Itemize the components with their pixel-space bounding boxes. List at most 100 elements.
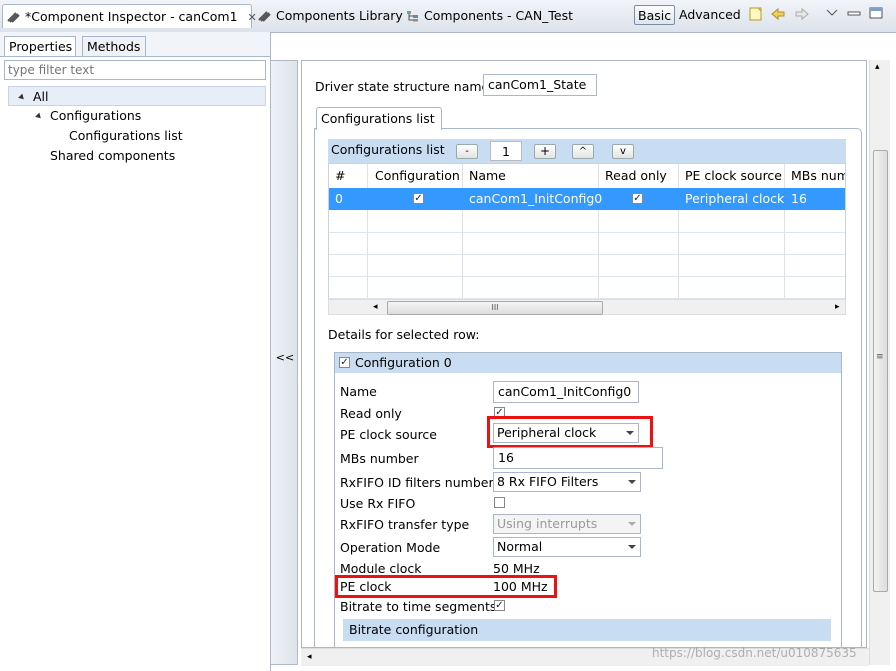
cell-index: 0 (335, 191, 343, 206)
new-note-icon[interactable] (748, 6, 764, 22)
scroll-thumb[interactable]: III (387, 301, 603, 315)
tab-component-inspector-label: *Component Inspector - canCom1 (25, 9, 238, 24)
row-divider (329, 254, 845, 255)
left-panel: Properties Methods All Configurations Co… (0, 32, 271, 671)
column-header-index[interactable]: # (335, 166, 345, 186)
details-label: Details for selected row: (328, 327, 480, 342)
tree-icon (407, 11, 418, 22)
row-divider (329, 276, 845, 277)
close-icon[interactable]: ✕ (248, 11, 257, 24)
vertical-scrollbar[interactable]: ▴ ≡ (869, 60, 890, 665)
view-menu-icon[interactable] (826, 8, 838, 18)
operation-mode-value: Normal (497, 539, 543, 554)
back-arrow-icon[interactable] (770, 6, 786, 22)
tab-methods[interactable]: Methods (82, 36, 146, 56)
table-row[interactable]: 0 ✓ canCom1_InitConfig0 ✓ Peripheral clo… (329, 188, 845, 210)
column-header-name[interactable]: Name (469, 166, 506, 186)
mbs-number-input[interactable]: 16 (493, 447, 663, 469)
tree-label: All (33, 89, 49, 104)
name-input[interactable]: canCom1_InitConfig0 (493, 381, 639, 403)
tab-component-inspector[interactable]: *Component Inspector - canCom1 ✕ (2, 4, 257, 28)
scroll-thumb[interactable] (873, 150, 888, 592)
chevron-down-icon (628, 480, 636, 484)
bitrate-segments-label: Bitrate to time segments (340, 599, 497, 614)
basic-mode-button[interactable]: Basic (634, 5, 676, 25)
pe-clock-label: PE clock (340, 579, 392, 594)
scroll-right-icon[interactable]: ▸ (835, 300, 840, 314)
cell-name: canCom1_InitConfig0 (469, 191, 603, 206)
panel-splitter[interactable]: << (270, 60, 298, 665)
mbs-number-label: MBs number (340, 451, 419, 466)
tree-item-all[interactable]: All (8, 86, 266, 106)
bitrate-configuration-title: Bitrate configuration (349, 622, 479, 637)
scroll-left-icon[interactable]: ◂ (307, 650, 312, 664)
pe-clock-source-select[interactable]: Peripheral clock (493, 423, 639, 443)
scroll-up-icon[interactable]: ▴ (875, 62, 880, 72)
filter-input[interactable] (4, 60, 266, 80)
tree-item-configurations[interactable]: Configurations (35, 106, 142, 126)
table-horizontal-scrollbar[interactable]: ◂ III ▸ (328, 299, 846, 315)
use-rx-fifo-checkbox[interactable] (494, 497, 505, 508)
tab-components-project-label: Components - CAN_Test (424, 8, 574, 23)
column-header-mbs-number[interactable]: MBs num (791, 166, 845, 186)
maximize-icon[interactable] (868, 6, 884, 20)
watermark: https://blog.csdn.net/u010875635 (652, 646, 857, 660)
add-row-button[interactable]: + (534, 144, 556, 159)
column-header-read-only[interactable]: Read only (605, 166, 667, 186)
row-count-field[interactable]: 1 (490, 141, 522, 161)
move-down-button[interactable]: v (612, 144, 634, 159)
cell-read-only-checkbox[interactable]: ✓ (632, 193, 643, 204)
properties-editor: Driver state structure name canCom1_Stat… (301, 60, 867, 648)
tree-item-shared-components[interactable]: Shared components (50, 146, 175, 166)
tree-item-configurations-list[interactable]: Configurations list (69, 126, 183, 146)
column-header-configuration[interactable]: Configuration (375, 166, 460, 186)
left-tab-bar: Properties Methods (0, 32, 270, 57)
expand-arrow-icon[interactable] (35, 112, 43, 121)
configurations-list-toolbar: Configurations list - 1 + ^ v (328, 139, 846, 163)
advanced-mode-button[interactable]: Advanced (676, 5, 744, 25)
collapse-panel-button[interactable]: << (271, 351, 299, 364)
tab-configurations-list[interactable]: Configurations list (316, 107, 442, 130)
module-clock-label: Module clock (340, 561, 422, 576)
chevron-down-icon (626, 431, 634, 435)
expand-arrow-icon[interactable] (18, 93, 26, 102)
forward-arrow-icon[interactable] (794, 6, 810, 22)
chevron-down-icon (628, 522, 636, 526)
tab-components-library-label: Components Library (276, 8, 403, 23)
column-header-pe-clock-source[interactable]: PE clock source (685, 166, 782, 186)
cell-mbs-number: 16 (791, 191, 807, 206)
configuration-group-title: Configuration 0 (355, 355, 452, 370)
component-icon (258, 11, 271, 22)
rxfifo-transfer-type-select: Using interrupts (493, 514, 641, 534)
bitrate-configuration-header: Bitrate configuration (343, 619, 831, 641)
rxfifo-id-filters-select[interactable]: 8 Rx FIFO Filters (493, 472, 641, 492)
cell-pe-clock-source: Peripheral clock (685, 191, 785, 206)
rxfifo-transfer-type-value: Using interrupts (497, 516, 598, 531)
move-up-button[interactable]: ^ (572, 144, 594, 159)
bitrate-segments-checkbox[interactable]: ✓ (494, 600, 505, 611)
read-only-label: Read only (340, 406, 402, 421)
rxfifo-transfer-type-label: RxFIFO transfer type (340, 517, 470, 532)
cell-configuration-checkbox[interactable]: ✓ (413, 193, 424, 204)
tab-components-library[interactable]: Components Library (258, 4, 403, 28)
driver-state-input[interactable]: canCom1_State (483, 74, 597, 96)
grip-icon: ≡ (876, 352, 884, 362)
configuration-group-header: ✓ Configuration 0 (335, 353, 841, 373)
tab-components-project[interactable]: Components - CAN_Test (406, 4, 573, 28)
scroll-left-icon[interactable]: ◂ (373, 300, 378, 314)
minimize-icon[interactable] (846, 6, 862, 20)
rxfifo-id-filters-value: 8 Rx FIFO Filters (497, 474, 599, 489)
remove-row-button[interactable]: - (456, 144, 478, 159)
tree-label: Configurations (50, 108, 142, 123)
configurations-list-title: Configurations list (331, 142, 445, 157)
configuration-enable-checkbox[interactable]: ✓ (339, 357, 350, 368)
use-rx-fifo-label: Use Rx FIFO (340, 496, 416, 511)
operation-mode-select[interactable]: Normal (493, 537, 641, 557)
module-clock-value: 50 MHz (493, 561, 540, 576)
component-icon (7, 12, 20, 23)
operation-mode-label: Operation Mode (340, 540, 441, 555)
chevron-down-icon (628, 545, 636, 549)
row-divider (329, 232, 845, 233)
tab-properties[interactable]: Properties (4, 36, 76, 56)
configuration-group: ✓ Configuration 0 Name canCom1_InitConfi… (334, 352, 842, 647)
